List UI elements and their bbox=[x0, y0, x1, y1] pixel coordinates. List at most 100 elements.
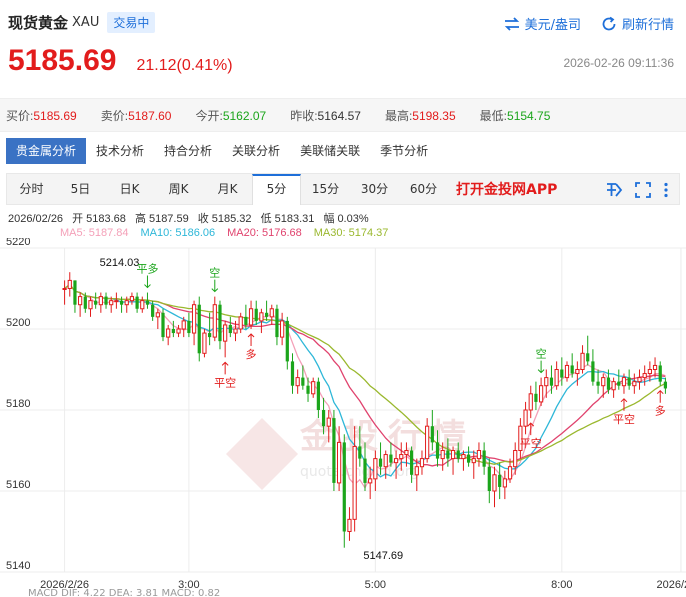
signal-label: 平空 bbox=[613, 412, 635, 426]
candle-body bbox=[399, 454, 404, 460]
candle-body bbox=[363, 458, 367, 483]
quote-label: 买价: bbox=[6, 108, 34, 123]
quote-label: 最低: bbox=[479, 108, 508, 123]
quote-label: 卖价: bbox=[100, 108, 129, 123]
category-tab[interactable]: 贵金属分析 bbox=[6, 138, 87, 164]
candle-body bbox=[498, 474, 502, 487]
candle-body bbox=[430, 426, 434, 443]
candle-body bbox=[218, 304, 222, 342]
candle-body bbox=[83, 296, 87, 309]
candle-body bbox=[647, 369, 652, 375]
signal-arrow-down-icon bbox=[144, 275, 151, 289]
more-options-button[interactable] bbox=[663, 182, 669, 198]
candle-body bbox=[580, 352, 585, 371]
category-tab[interactable]: 美联储关联 bbox=[290, 138, 370, 164]
period-tab[interactable]: 周K bbox=[154, 174, 203, 205]
candlestick-chart[interactable]: 514051605180520052202026/2/26 3:00 5:00 8:0… bbox=[0, 238, 686, 597]
category-tab[interactable]: 季节分析 bbox=[370, 138, 438, 164]
candle-body bbox=[208, 333, 212, 338]
candle-body bbox=[507, 466, 513, 480]
candle-body bbox=[151, 304, 155, 317]
fullscreen-icon bbox=[635, 181, 651, 198]
title-row: 现货黄金 XAU 交易中 bbox=[8, 12, 156, 33]
fullscreen-button[interactable] bbox=[635, 181, 651, 198]
candle-body bbox=[383, 454, 388, 468]
quote-item: 最高:5198.35 bbox=[385, 107, 456, 124]
candle-body bbox=[124, 300, 129, 306]
last-price: 5185.69 bbox=[8, 44, 117, 77]
candle-body bbox=[145, 300, 150, 305]
candle-body bbox=[171, 329, 175, 334]
candle-body bbox=[321, 410, 326, 427]
candle-info-row: 2026/02/26 开 5183.68 高 5187.59 收 5185.32 低5… bbox=[8, 210, 375, 226]
candle-body bbox=[502, 478, 507, 488]
candle-body bbox=[560, 369, 564, 378]
candle-body bbox=[244, 316, 248, 325]
candle-body bbox=[389, 454, 393, 463]
period-tab[interactable]: 15分 bbox=[301, 174, 350, 205]
refresh-label: 刷新行情 bbox=[621, 18, 674, 33]
quote-item: 今开:5162.07 bbox=[195, 107, 266, 124]
signal-arrow-up-icon bbox=[656, 389, 664, 403]
info-amp-label: 幅 bbox=[323, 213, 335, 225]
candle-body bbox=[285, 320, 289, 362]
candle-body bbox=[264, 312, 269, 317]
more-vertical-icon bbox=[664, 182, 668, 197]
candle-body bbox=[280, 320, 285, 338]
info-date: 2026/02/26 bbox=[8, 213, 64, 225]
open-app-link[interactable]: 打开金投网APP bbox=[456, 179, 557, 199]
period-tab[interactable]: 月K bbox=[203, 174, 252, 205]
candle-body bbox=[275, 308, 279, 338]
refresh-button[interactable]: 刷新行情 bbox=[601, 14, 674, 33]
period-tab[interactable]: 分时 bbox=[7, 174, 56, 205]
candle-body bbox=[104, 296, 108, 305]
period-tab[interactable]: 30分 bbox=[350, 174, 399, 205]
info-amp: 0.03% bbox=[337, 213, 369, 225]
candle-body bbox=[632, 381, 637, 387]
candle-body bbox=[109, 300, 114, 306]
signal-label: 多 bbox=[655, 404, 666, 418]
chart-tools bbox=[593, 174, 669, 205]
candle-body bbox=[259, 312, 264, 322]
category-tab[interactable]: 技术分析 bbox=[86, 138, 154, 164]
currency-toggle-button[interactable]: 美元/盎司 bbox=[504, 14, 581, 33]
category-tab[interactable]: 持合分析 bbox=[154, 138, 222, 164]
candle-body bbox=[642, 373, 647, 379]
candle-body bbox=[513, 450, 518, 468]
drawing-tool-button[interactable] bbox=[605, 181, 623, 199]
candle-body bbox=[166, 328, 171, 338]
period-tab[interactable]: 5日 bbox=[56, 174, 105, 205]
candle-body bbox=[414, 466, 419, 476]
candle-body bbox=[238, 316, 243, 330]
candle-body bbox=[538, 385, 544, 403]
candle-body bbox=[176, 328, 181, 334]
candle-body bbox=[570, 365, 574, 374]
info-close: 5185.32 bbox=[211, 213, 252, 225]
candle-body bbox=[98, 296, 103, 306]
candle-body bbox=[248, 308, 254, 326]
signal-label: 多 bbox=[246, 347, 257, 361]
symbol-code: XAU bbox=[72, 15, 100, 30]
candle-body bbox=[191, 304, 197, 334]
candle-body bbox=[88, 300, 93, 310]
candle-body bbox=[658, 365, 662, 382]
quote-value: 5198.35 bbox=[412, 108, 456, 123]
period-tab[interactable]: 60分 bbox=[399, 174, 448, 205]
quote-timestamp: 2026-02-26 09:11:36 bbox=[563, 56, 674, 70]
candle-body bbox=[295, 377, 300, 387]
drawing-tool-icon bbox=[607, 182, 623, 197]
candle-body bbox=[663, 381, 668, 389]
category-tab[interactable]: 关联分析 bbox=[222, 138, 290, 164]
signal-arrow-down-icon bbox=[537, 360, 545, 374]
candle-body bbox=[155, 312, 160, 318]
quote-label: 昨收: bbox=[290, 108, 318, 123]
candle-body bbox=[269, 308, 274, 318]
info-open-label: 开 bbox=[72, 213, 84, 225]
signal-label: 空 bbox=[536, 347, 547, 361]
candle-body bbox=[621, 377, 627, 387]
period-tab[interactable]: 5分 bbox=[252, 173, 301, 205]
candle-body bbox=[446, 450, 450, 459]
period-tab[interactable]: 日K bbox=[105, 174, 154, 205]
candle-body bbox=[617, 381, 621, 386]
candle-body bbox=[435, 442, 440, 459]
